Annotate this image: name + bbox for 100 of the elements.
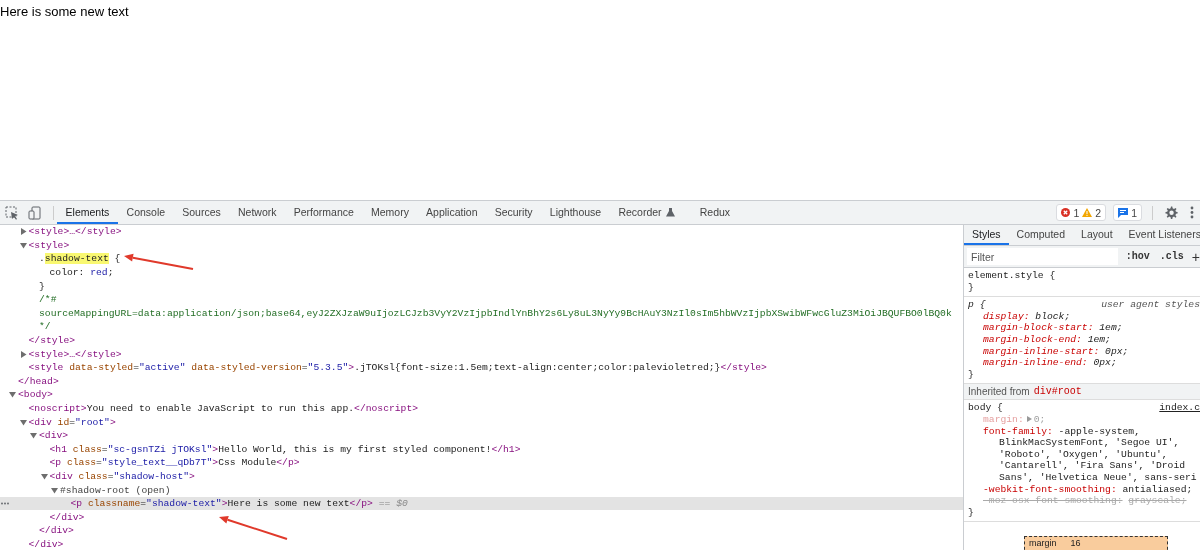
panel-tab[interactable]: Lighthouse [541,201,610,224]
panel-tab[interactable]: Elements [57,201,118,224]
tree-row[interactable]: <style> [0,238,963,253]
panel-tab[interactable]: Network [229,201,286,224]
code-line: <style>…</style> [28,348,122,360]
code-line: <style> [28,239,70,251]
error-icon [1061,208,1071,217]
css-declaration: margin-inline-start: 0px; [983,345,1130,358]
tree-row[interactable]: <div> [0,428,963,443]
page-text: Here is some new text [0,4,129,19]
panel-tab[interactable]: Memory [362,201,418,224]
device-icon[interactable] [28,205,42,220]
new-rule-button[interactable]: + [1191,248,1200,265]
closing-brace: } [968,281,974,294]
expand-arrow-icon[interactable] [1026,415,1032,422]
tree-row[interactable]: #shadow-root (open) [0,483,963,497]
code-line: </div> [28,538,64,550]
tree-row[interactable]: <noscript>You need to enable JavaScript to run this app.</noscript> [0,401,963,416]
code-line: <noscript>You need to enable JavaScript to run this app.</noscript> [28,403,418,414]
tree-row[interactable]: <p classname="shadow-text">Here is some new text</p> == $0 [0,496,963,511]
code-line: /*# [39,294,57,306]
panel-tab[interactable]: Console [117,201,174,224]
panel-tab[interactable]: Performance [285,201,363,224]
code-line: #shadow-root (open) [60,484,171,496]
tree-row[interactable]: sourceMappingURL=data:application/json;base64,eyJ2ZXJzaW9uIjozLCJzb3VyY2VzIjpbIndlYnBhY2s6Ly8uL3NyYy9BcHAuY3NzIl0sIm5hbWVzIjpbXSwibWFwcGluZ3MiOiJBQUFBO0lBQ0k [0,306,963,321]
css-declaration: display: block; [983,310,1072,323]
panel-tab[interactable]: Security [486,201,542,224]
code-line: <div class="shadow-host"> [49,471,195,482]
tree-row[interactable]: <h1 class="sc-gsnTZi jTOKsl">Hello World, this is my first styled component!</h1> [0,442,963,457]
collapsed-arrow-icon[interactable] [19,350,27,358]
settings-icon[interactable] [1164,205,1178,220]
code-line: sourceMappingURL=data:application/json;base64,eyJ2ZXJzaW9uIjozLCJzb3VyY2VzIjpbIndlYnBhY2s6Ly8uL3NyYy9BcHAuY3NzIl0sIm5hbWVzIjpbXSwibWFwcGluZ3MiOiJBQUFBO0lBQ0k [39,307,952,319]
panel-tab[interactable]: Application [417,201,487,224]
code-line: </div> [39,525,74,537]
tree-row[interactable]: <style>…</style> [0,347,963,361]
box-label: margin [1029,538,1057,549]
code-line: .shadow-text { [39,253,121,265]
sidebar-tab[interactable]: Event Listeners [1120,225,1200,245]
element-link[interactable]: div#root [1033,386,1082,398]
tree-row[interactable]: .shadow-text { [0,252,963,266]
css-value: 0; [1033,413,1046,425]
code-line: <h1 class="sc-gsnTZi jTOKsl">Hello World, this is my first styled component!</h1> [49,443,521,455]
more-options-icon[interactable] [1190,206,1194,219]
code-line: <style>…</style> [28,226,122,238]
hov-button[interactable]: :hov [1123,251,1152,262]
panel-tab[interactable]: Recorder [609,201,684,224]
css-declaration: margin-inline-end: 0px; [983,357,1118,369]
css-declaration: margin-block-end: 1em; [983,333,1112,346]
css-selector: p { [968,299,986,311]
code-line: </head> [18,375,59,387]
warning-icon [1082,208,1093,217]
sidebar-tab[interactable]: Computed [1008,225,1074,245]
css-declaration: -webkit-font-smoothing: antialiased; [983,483,1194,496]
code-line: */ [39,321,51,333]
css-selector: body { [968,402,1003,414]
tree-row[interactable]: <style>…</style> [0,225,963,239]
code-line: </div> [49,511,85,523]
messages-button[interactable]: 1 [1113,204,1142,221]
issues-button[interactable]: 1 2 [1056,204,1107,221]
section-label: Inherited from [968,386,1030,398]
tree-row[interactable]: <body> [0,388,963,402]
code-line: </style> [28,335,75,347]
expanded-arrow-icon[interactable] [19,241,27,249]
code-line: <style data-styled="active" data-styled-version="5.3.5">.jTOKsl{font-size:1.5em;text-align:center;color:palevioletred;}</style> [28,362,767,374]
panel-tab[interactable]: Redux [691,201,739,224]
tree-row[interactable]: <p class="style_text__qDb7T">Css Module</p> [0,456,963,470]
cls-button[interactable]: .cls [1157,251,1186,262]
flask-icon [665,206,675,217]
tree-row[interactable]: color: red; [0,265,963,280]
source-link[interactable]: index.c [1159,402,1200,414]
closing-brace: } [968,506,974,519]
message-icon [1118,207,1129,218]
panel-tab[interactable]: Sources [173,201,230,224]
css-property: margin: [983,413,1024,425]
tree-row[interactable]: <div class="shadow-host"> [0,469,963,484]
code-line: <p classname="shadow-text">Here is some new text</p> == $0 [70,498,408,510]
tree-row[interactable]: /*# [0,292,963,307]
tree-row[interactable]: <style data-styled="active" data-styled-version="5.3.5">.jTOKsl{font-size:1.5em;text-align:center;color:palevioletred;}</style> [0,360,963,375]
css-selector: element.style { [968,270,1056,282]
tree-row[interactable]: */ [0,320,963,334]
code-line: color: red; [49,267,114,279]
code-line: } [39,280,45,292]
filter-field[interactable]: Filter [967,248,1118,265]
expanded-arrow-icon[interactable] [9,391,16,399]
code-line: <p class="style_text__qDb7T">Css Module</p> [49,457,300,469]
annotation-arrow [219,515,288,540]
inspect-icon[interactable] [5,205,19,220]
tree-row[interactable]: <div id="root"> [0,415,963,429]
code-line: <div> [39,430,69,442]
sidebar-tab[interactable]: Layout [1073,225,1121,245]
box-value: 16 [1070,538,1081,549]
expanded-arrow-icon[interactable] [51,486,58,494]
expanded-arrow-icon[interactable] [19,418,27,426]
collapsed-arrow-icon[interactable] [19,228,27,236]
expanded-arrow-icon[interactable] [30,432,37,440]
code-line: <div id="root"> [28,416,116,428]
source-label: user agent styles [1101,299,1200,311]
expanded-arrow-icon[interactable] [40,473,48,480]
css-declaration: -moz-osx-font-smoothing: grayscale; [983,495,1188,507]
css-declaration: margin-block-start: 1em; [983,322,1124,334]
